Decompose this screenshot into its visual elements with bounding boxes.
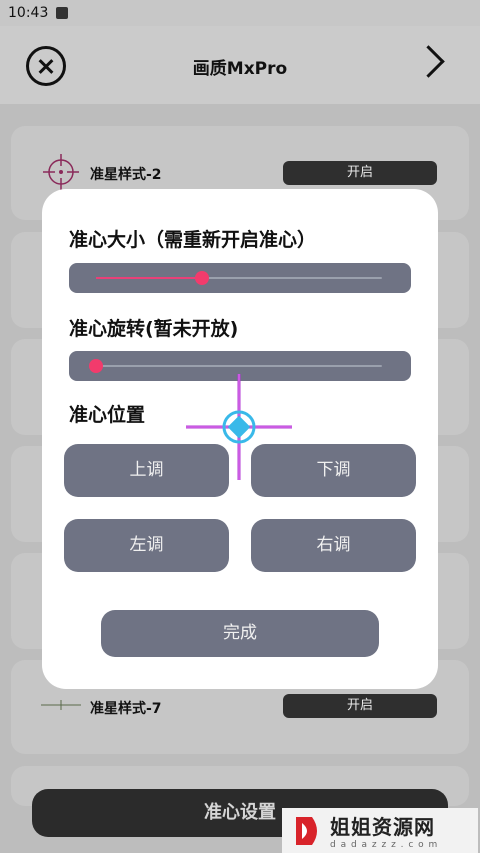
brand-logo-icon — [296, 816, 317, 845]
crosshair-settings-dialog: 准心大小（需重新开启准心） 准心旋转(暂未开放) 准心位置 上调 下调 左调 右… — [42, 189, 438, 689]
item-label: 准星样式-2 — [90, 167, 162, 183]
move-right-button[interactable]: 右调 — [251, 519, 416, 572]
move-up-button[interactable]: 上调 — [64, 444, 229, 497]
toggle-button[interactable]: 开启 — [283, 694, 437, 718]
slider-fill — [96, 277, 202, 279]
slider-thumb[interactable] — [194, 271, 209, 285]
notification-icon — [56, 7, 69, 19]
status-bar: 10:43 — [0, 0, 480, 26]
move-left-button[interactable]: 左调 — [64, 519, 229, 572]
item-label: 准星样式-7 — [90, 701, 162, 717]
slider-thumb[interactable] — [89, 359, 103, 373]
slider-track — [96, 365, 382, 367]
header: 画质MxPro — [0, 26, 480, 104]
watermark: 姐姐资源网 d a d a z z z . c o m — [282, 808, 478, 853]
position-title: 准心位置 — [69, 404, 146, 426]
move-down-button[interactable]: 下调 — [251, 444, 416, 497]
done-button[interactable]: 完成 — [101, 610, 379, 657]
crosshair-style-icon — [43, 154, 79, 190]
watermark-main: 姐姐资源网 — [330, 815, 435, 839]
size-title: 准心大小（需重新开启准心） — [69, 229, 317, 251]
toggle-button[interactable]: 开启 — [283, 161, 437, 185]
crosshair-style-icon — [41, 700, 81, 710]
rotation-title: 准心旋转(暂未开放) — [69, 318, 239, 340]
status-time: 10:43 — [8, 5, 49, 21]
page-title: 画质MxPro — [192, 59, 288, 79]
watermark-sub: d a d a z z z . c o m — [330, 840, 439, 850]
size-slider[interactable] — [69, 263, 411, 293]
